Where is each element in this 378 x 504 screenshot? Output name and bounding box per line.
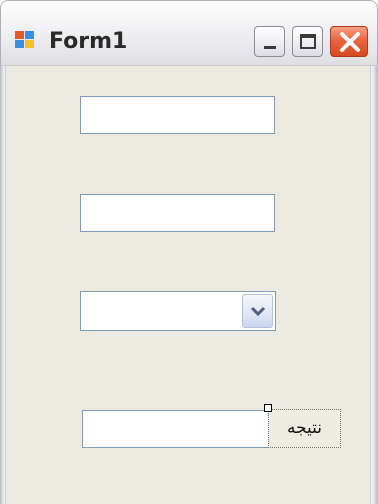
window-border-right [371,66,378,504]
textbox-2[interactable] [80,194,275,232]
chevron-down-icon [250,306,266,317]
close-button[interactable] [330,26,368,57]
minimize-icon [264,46,276,49]
close-icon [340,32,360,52]
form1-window: Form1 نتیجه [0,0,378,504]
combobox[interactable] [80,291,276,331]
maximize-button[interactable] [292,26,323,57]
maximize-icon [300,34,316,49]
result-textbox[interactable] [82,410,270,448]
combobox-dropdown-button[interactable] [242,294,273,328]
selection-handle[interactable] [264,404,272,412]
window-title: Form1 [49,29,128,54]
form-app-icon[interactable] [15,31,37,49]
minimize-button[interactable] [254,26,285,57]
result-button[interactable]: نتیجه [268,409,341,448]
title-bar[interactable]: Form1 [0,0,378,66]
textbox-1[interactable] [80,96,275,134]
